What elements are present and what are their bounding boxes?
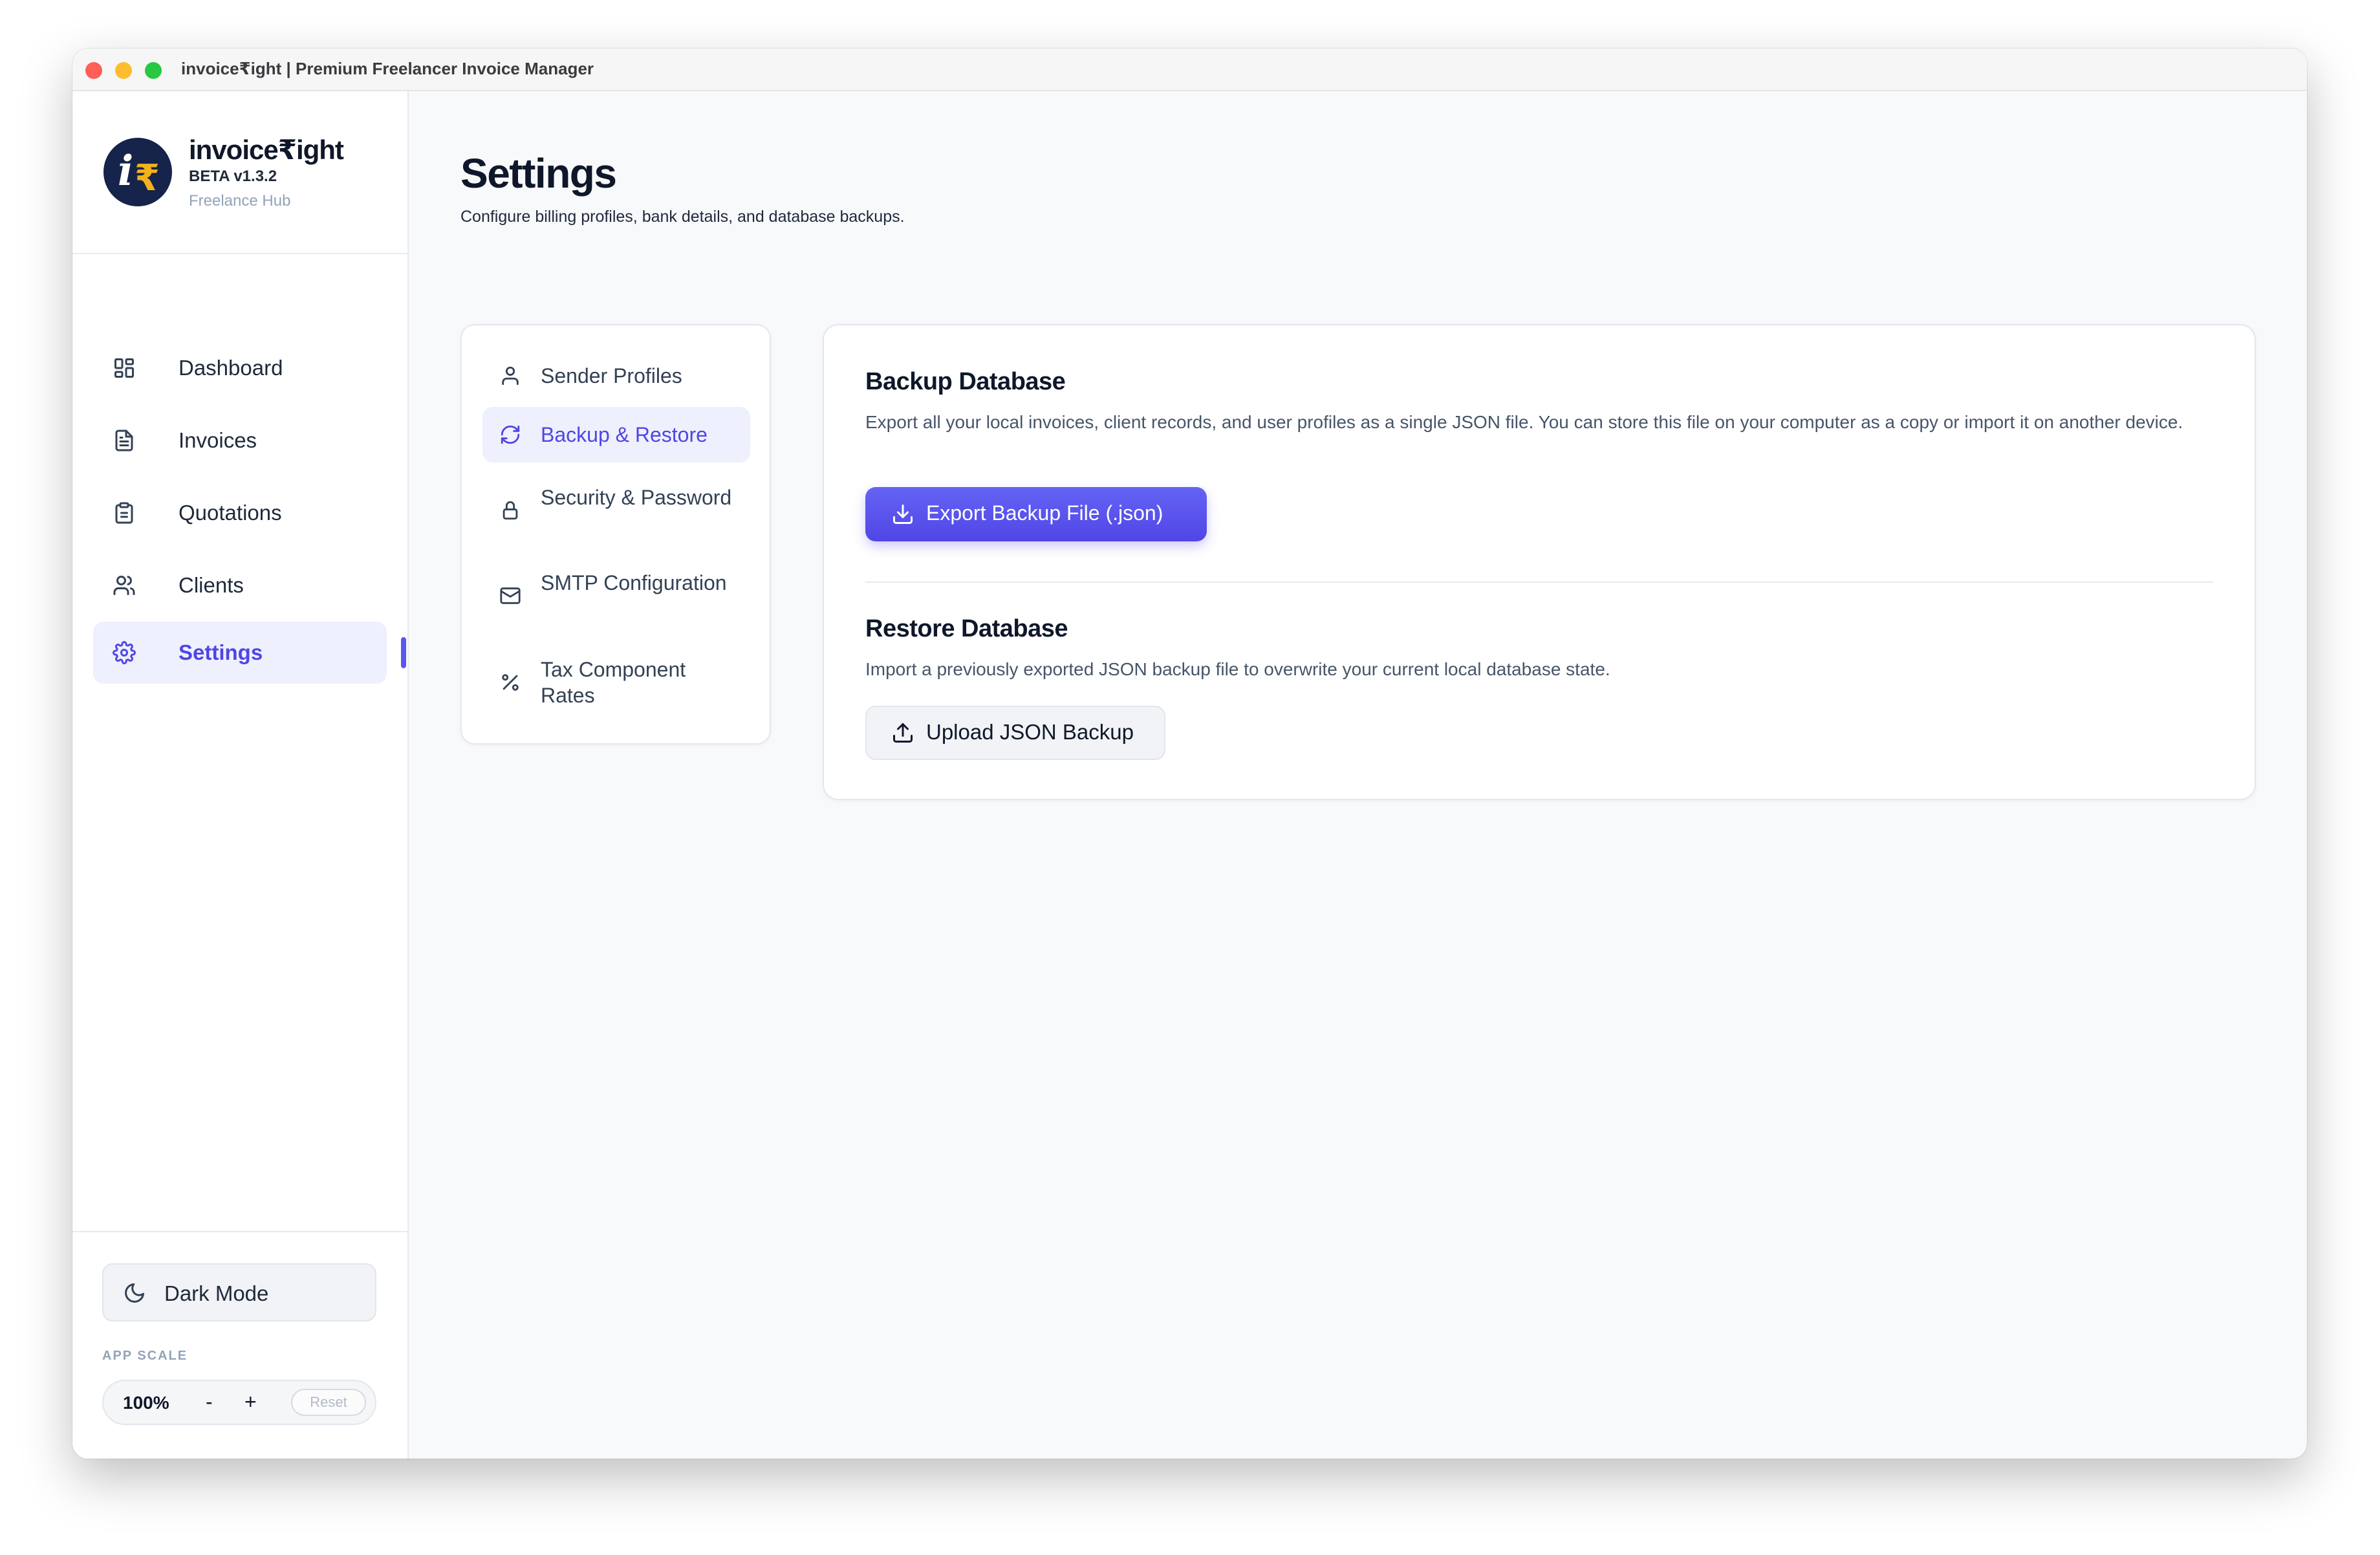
section-divider xyxy=(865,582,2213,583)
app-logo: i ₹ xyxy=(103,138,172,206)
window-title: invoice₹ight | Premium Freelancer Invoic… xyxy=(181,59,594,78)
minimize-window-button[interactable] xyxy=(115,62,132,79)
document-icon xyxy=(113,429,136,452)
settings-tab-smtp-configuration[interactable]: SMTP Configuration xyxy=(482,563,750,628)
scale-reset-button[interactable]: Reset xyxy=(291,1389,366,1416)
settings-tab-label: Security & Password xyxy=(541,486,732,509)
restore-section-title: Restore Database xyxy=(865,615,1068,642)
settings-tab-security-password[interactable]: Security & Password xyxy=(482,478,750,543)
refresh-icon xyxy=(499,424,521,446)
sidebar-item-label: Dashboard xyxy=(178,356,283,380)
users-icon xyxy=(113,574,136,597)
brand-version: BETA v1.3.2 xyxy=(189,168,277,185)
upload-backup-button[interactable]: Upload JSON Backup xyxy=(865,706,1165,760)
backup-section-title: Backup Database xyxy=(865,368,1066,395)
sidebar-item-label: Quotations xyxy=(178,501,282,525)
page-subtitle: Configure billing profiles, bank details… xyxy=(460,208,905,226)
sidebar-footer: Dark Mode APP SCALE 100% - + Reset xyxy=(72,1231,407,1459)
sidebar-item-label: Clients xyxy=(178,573,244,597)
settings-tab-label: Tax Component Rates xyxy=(541,658,686,707)
settings-nav: Sender Profiles Backup & Restore Securit… xyxy=(460,324,771,745)
sidebar: i ₹ invoice₹ight BETA v1.3.2 Freelance H… xyxy=(72,91,409,1459)
download-icon xyxy=(891,503,914,526)
scale-increase-button[interactable]: + xyxy=(244,1390,257,1414)
sidebar-item-invoices[interactable]: Invoices xyxy=(93,409,387,472)
user-icon xyxy=(499,365,521,387)
percent-icon xyxy=(499,671,521,693)
export-backup-label: Export Backup File (.json) xyxy=(926,501,1163,525)
sidebar-item-settings[interactable]: Settings xyxy=(93,622,406,684)
dashboard-grid-icon xyxy=(113,356,136,380)
settings-tab-label: Backup & Restore xyxy=(541,423,708,446)
settings-tab-sender-profiles[interactable]: Sender Profiles xyxy=(482,349,750,403)
sidebar-item-quotations[interactable]: Quotations xyxy=(93,482,387,544)
page-title: Settings xyxy=(460,150,617,197)
settings-tab-backup-restore[interactable]: Backup & Restore xyxy=(482,407,750,462)
mail-icon xyxy=(499,585,521,607)
brand-name: invoice₹ight xyxy=(189,135,344,165)
settings-tab-label: SMTP Configuration xyxy=(541,571,727,594)
active-indicator xyxy=(401,637,406,668)
dark-mode-label: Dark Mode xyxy=(164,1281,269,1305)
sidebar-item-label: Invoices xyxy=(178,428,257,452)
export-backup-button[interactable]: Export Backup File (.json) xyxy=(865,487,1207,541)
backup-restore-panel: Backup Database Export all your local in… xyxy=(823,324,2256,800)
app-window: invoice₹ight | Premium Freelancer Invoic… xyxy=(72,49,2307,1459)
settings-tab-label: Sender Profiles xyxy=(541,364,682,387)
app-scale-label: APP SCALE xyxy=(102,1349,188,1363)
title-bar: invoice₹ight | Premium Freelancer Invoic… xyxy=(72,49,2307,91)
restore-section-description: Import a previously exported JSON backup… xyxy=(865,659,1610,679)
settings-tab-tax-component-rates[interactable]: Tax Component Rates xyxy=(482,650,750,715)
app-scale-control: 100% - + Reset xyxy=(102,1380,376,1425)
brand-tagline: Freelance Hub xyxy=(189,192,291,210)
backup-section-description: Export all your local invoices, client r… xyxy=(865,412,2183,432)
sidebar-item-label: Settings xyxy=(178,640,263,664)
brand-header: i ₹ invoice₹ight BETA v1.3.2 Freelance H… xyxy=(72,91,407,254)
app-scale-value: 100% xyxy=(123,1393,169,1413)
sidebar-item-dashboard[interactable]: Dashboard xyxy=(93,337,387,399)
scale-decrease-button[interactable]: - xyxy=(206,1390,213,1414)
maximize-window-button[interactable] xyxy=(145,62,162,79)
upload-backup-label: Upload JSON Backup xyxy=(926,720,1134,744)
moon-icon xyxy=(123,1281,146,1305)
dark-mode-toggle[interactable]: Dark Mode xyxy=(102,1263,376,1321)
gear-icon xyxy=(113,641,136,664)
close-window-button[interactable] xyxy=(85,62,102,79)
clipboard-icon xyxy=(113,501,136,525)
main-content: Settings Configure billing profiles, ban… xyxy=(409,91,2307,1459)
lock-icon xyxy=(499,499,521,521)
upload-icon xyxy=(891,721,914,745)
sidebar-item-clients[interactable]: Clients xyxy=(93,554,387,616)
